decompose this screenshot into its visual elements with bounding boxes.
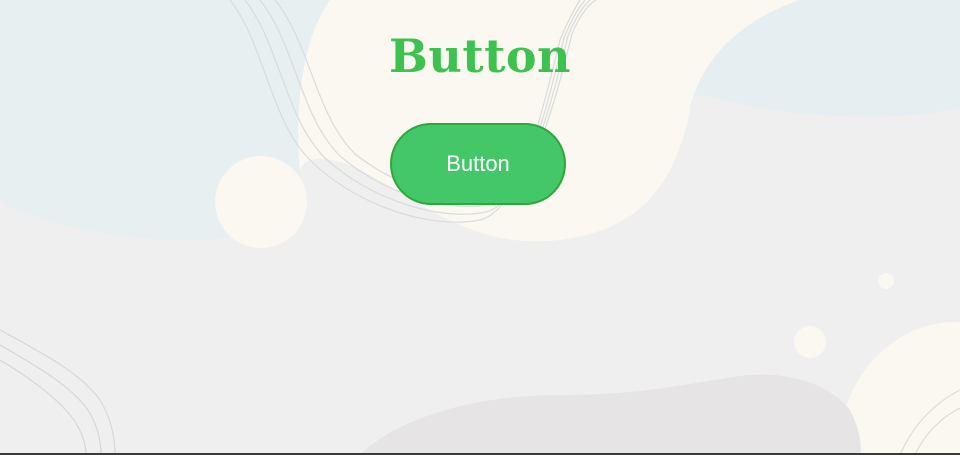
- page-title: Button: [389, 29, 571, 83]
- page-content: Button Button: [0, 0, 960, 455]
- primary-button[interactable]: Button: [390, 123, 566, 205]
